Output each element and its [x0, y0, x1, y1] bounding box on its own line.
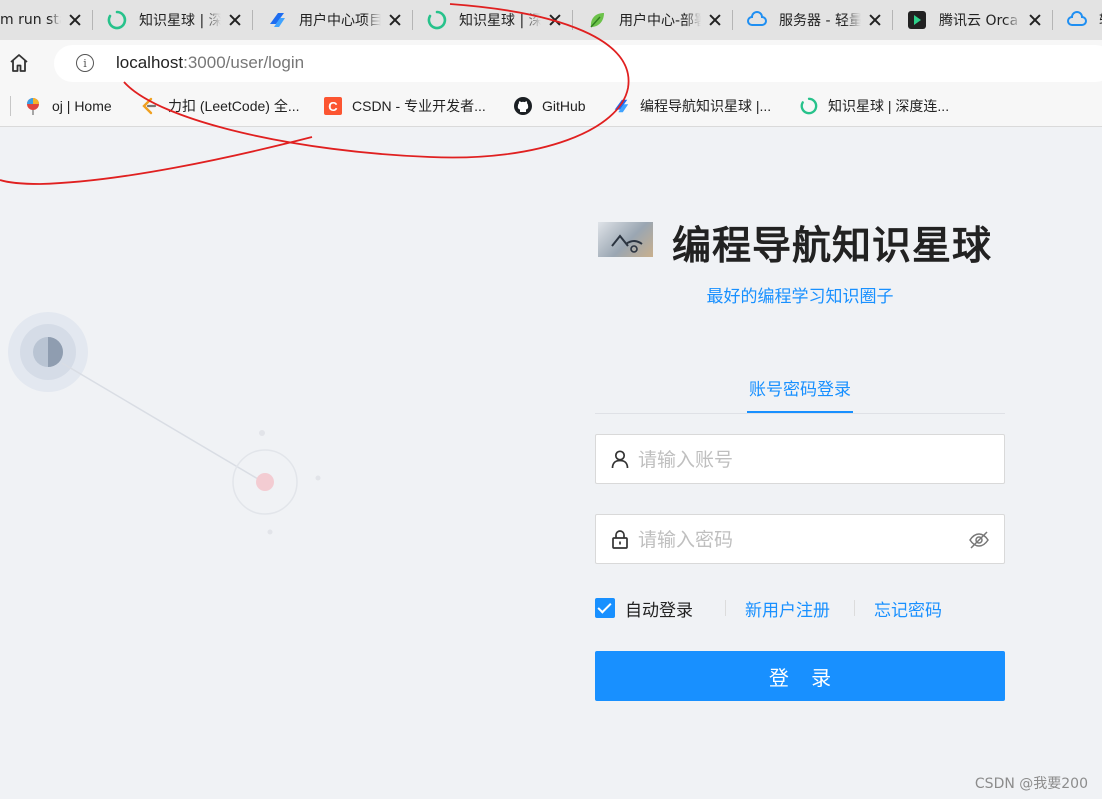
- zsxq-spinner-icon: [107, 10, 127, 30]
- register-link[interactable]: 新用户注册: [745, 596, 830, 621]
- login-page: 编程导航知识星球 最好的编程学习知识圈子 账号密码登录 自动登录 新用户注册 忘…: [0, 127, 1102, 799]
- tab-title: 用户中心项目: [299, 13, 381, 29]
- account-input[interactable]: [636, 443, 960, 477]
- tab-close-icon[interactable]: [227, 12, 243, 28]
- account-field: [595, 434, 1005, 484]
- tab-close-icon[interactable]: [387, 12, 403, 28]
- tab-title: m run sta: [0, 12, 61, 28]
- bookmark-label: oj | Home: [52, 98, 112, 114]
- app-subtitle: 最好的编程学习知识圈子: [706, 287, 894, 307]
- url-host: localhost: [116, 53, 184, 72]
- password-input[interactable]: [636, 523, 960, 557]
- browser-tab[interactable]: 服务器 - 轻量: [733, 0, 893, 40]
- zsxq-spinner-icon: [427, 10, 447, 30]
- browser-toolbar: i localhost:3000/user/login: [0, 40, 1102, 86]
- orca-icon: [907, 10, 927, 30]
- auto-login-label[interactable]: 自动登录: [625, 596, 693, 621]
- tencent-cloud-icon: [747, 10, 767, 30]
- bookmarks-bar: oj | Home 力扣 (LeetCode) 全... C CSDN - 专业…: [0, 86, 1102, 127]
- home-icon: [10, 54, 28, 72]
- balloon-icon: [24, 97, 42, 115]
- tab-strip: m run sta 知识星球 | 深 用户中心项目 知识星球 | 深 用户中心-…: [0, 0, 1102, 40]
- tab-title: 用户中心-部署: [619, 13, 701, 29]
- yupi-logo-icon: [612, 97, 630, 115]
- tab-close-icon[interactable]: [1027, 12, 1043, 28]
- url-path: :3000/user/login: [183, 53, 305, 72]
- user-icon: [611, 450, 629, 469]
- watermark: CSDN @我要200: [974, 776, 1088, 792]
- leetcode-icon: [140, 97, 158, 115]
- tab-close-icon[interactable]: [547, 12, 563, 28]
- tab-close-icon[interactable]: [867, 12, 883, 28]
- address-bar[interactable]: i localhost:3000/user/login: [54, 45, 1102, 82]
- github-icon: [514, 97, 532, 115]
- tab-close-icon[interactable]: [707, 12, 723, 28]
- bookmark-label: 编程导航知识星球 |...: [640, 98, 772, 114]
- bookmark-label: CSDN - 专业开发者...: [352, 98, 486, 114]
- auto-login-checkbox[interactable]: [595, 598, 615, 618]
- forgot-password-link[interactable]: 忘记密码: [874, 596, 942, 621]
- bookmark-item[interactable]: C CSDN - 专业开发者...: [324, 86, 486, 126]
- lock-icon: [612, 530, 628, 549]
- site-info-icon[interactable]: i: [76, 54, 94, 72]
- browser-tab[interactable]: 轻: [1053, 0, 1102, 40]
- bookmark-item[interactable]: 知识星球 | 深度连...: [800, 86, 949, 126]
- tab-close-icon[interactable]: [67, 12, 83, 28]
- password-field: [595, 514, 1005, 564]
- svg-text:C: C: [328, 99, 338, 114]
- browser-tab[interactable]: 用户中心项目: [253, 0, 413, 40]
- zsxq-spinner-icon: [800, 97, 818, 115]
- tab-title: 服务器 - 轻量: [779, 13, 861, 29]
- yupi-logo-icon: [267, 10, 287, 30]
- login-button[interactable]: 登 录: [595, 651, 1005, 701]
- leaf-icon: [587, 10, 607, 30]
- browser-tab[interactable]: 知识星球 | 深: [413, 0, 573, 40]
- bookmark-label: GitHub: [542, 98, 586, 114]
- bookmark-item[interactable]: 力扣 (LeetCode) 全...: [140, 86, 300, 126]
- browser-tab[interactable]: m run sta: [0, 0, 93, 40]
- csdn-icon: C: [324, 97, 342, 115]
- home-button[interactable]: [6, 50, 32, 76]
- tab-title: 知识星球 | 深: [139, 13, 221, 29]
- tencent-cloud-icon: [1067, 10, 1087, 30]
- background-decoration: [8, 312, 321, 535]
- login-tabs: 账号密码登录: [595, 367, 1005, 414]
- login-options: 自动登录 新用户注册 忘记密码: [595, 595, 1005, 621]
- tab-title: 腾讯云 Orca: [939, 13, 1019, 29]
- app-logo: [598, 222, 653, 257]
- browser-tab[interactable]: 用户中心-部署: [573, 0, 733, 40]
- bookmark-item[interactable]: GitHub: [514, 86, 586, 126]
- browser-tab[interactable]: 腾讯云 Orca: [893, 0, 1053, 40]
- bookmark-label: 知识星球 | 深度连...: [828, 98, 950, 114]
- tab-title: 知识星球 | 深: [459, 13, 541, 29]
- app-title: 编程导航知识星球: [672, 224, 993, 269]
- url-text[interactable]: localhost:3000/user/login: [116, 53, 304, 73]
- bookmark-label: 力扣 (LeetCode) 全...: [168, 98, 300, 114]
- bookmark-item[interactable]: 编程导航知识星球 |...: [612, 86, 771, 126]
- browser-tab[interactable]: 知识星球 | 深: [93, 0, 253, 40]
- bookmark-item[interactable]: oj | Home: [24, 86, 112, 126]
- tab-account-password-login[interactable]: 账号密码登录: [747, 375, 853, 413]
- eye-invisible-icon[interactable]: [968, 529, 990, 551]
